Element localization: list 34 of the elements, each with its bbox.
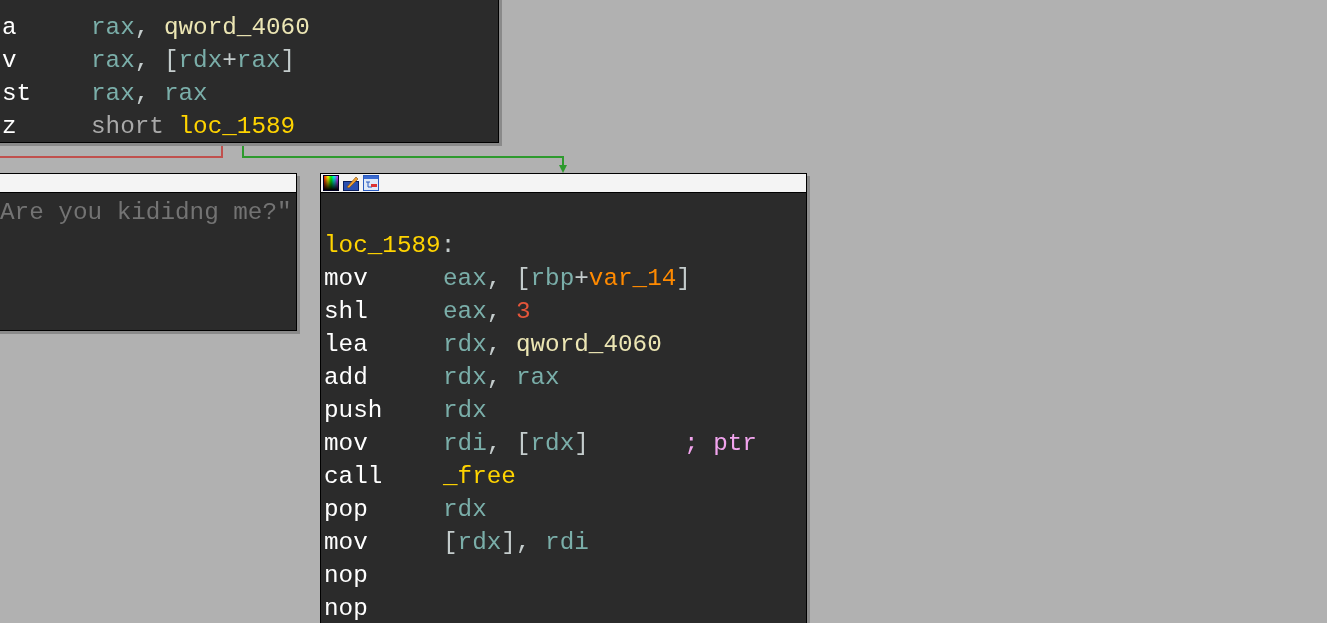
instruction-operands: _free xyxy=(443,462,516,492)
instruction-operands: short loc_1589 xyxy=(91,112,296,142)
instruction-mnemonic: lea xyxy=(324,330,369,360)
instruction-mnemonic: nop xyxy=(324,594,369,623)
instruction-operands: rax, qword_4060 xyxy=(91,13,310,43)
instruction-mnemonic: mov xyxy=(324,528,369,558)
instruction-operands: rdx, rax xyxy=(443,363,560,393)
string-literal: Are you kididng me?" xyxy=(0,198,292,228)
instruction-operands: eax, 3 xyxy=(443,297,531,327)
instruction-mnemonic: pop xyxy=(324,495,369,525)
code-comment: ; ptr xyxy=(684,429,757,459)
instruction-mnemonic: push xyxy=(324,396,384,426)
instruction-mnemonic: mov xyxy=(324,264,369,294)
code-label: loc_1589: xyxy=(324,231,456,261)
instruction-operands: rdi, [rdx] xyxy=(443,429,590,459)
instruction-mnemonic: st xyxy=(2,79,33,109)
instruction-operands: rax, [rdx+rax] xyxy=(91,46,296,76)
instruction-operands: [rdx], rdi xyxy=(443,528,589,558)
instruction-mnemonic: shl xyxy=(324,297,369,327)
instruction-mnemonic: mov xyxy=(324,429,369,459)
instruction-operands: rdx xyxy=(443,396,487,426)
instruction-mnemonic: a xyxy=(2,13,18,43)
instruction-mnemonic: call xyxy=(324,462,384,492)
instruction-operands: rax, rax xyxy=(91,79,208,109)
instruction-operands: rdx xyxy=(443,495,487,525)
pencil-icon[interactable] xyxy=(343,175,359,191)
instruction-operands: rdx, qword_4060 xyxy=(443,330,662,360)
instruction-mnemonic: v xyxy=(2,46,18,76)
instruction-mnemonic: add xyxy=(324,363,369,393)
instruction-mnemonic: nop xyxy=(324,561,369,591)
instruction-operands: eax, [rbp+var_14] xyxy=(443,264,691,294)
graph-icon[interactable] xyxy=(363,175,379,191)
instruction-mnemonic: z xyxy=(2,112,18,142)
color-palette-icon[interactable] xyxy=(323,175,339,191)
